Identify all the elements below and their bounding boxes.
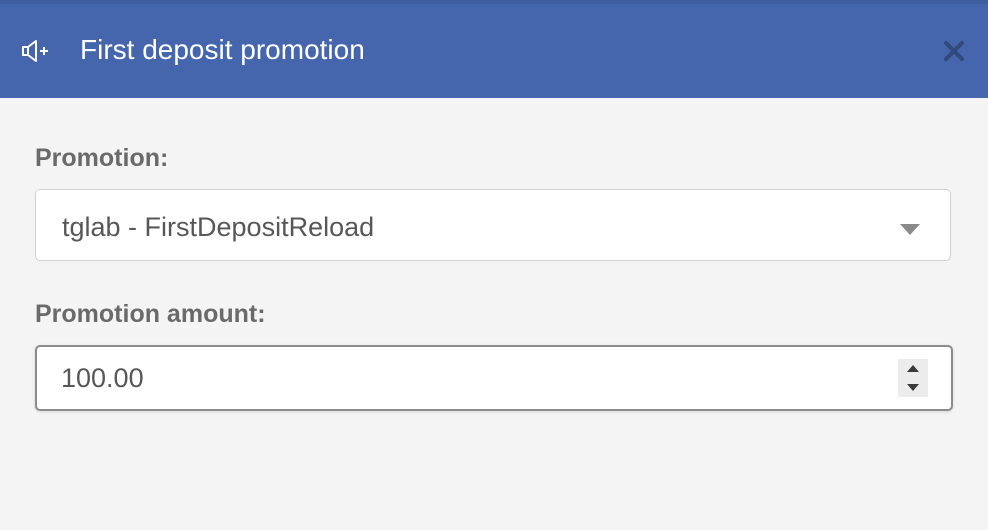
close-icon[interactable] <box>940 37 968 65</box>
promotion-label: Promotion: <box>35 144 169 172</box>
dialog-title: First deposit promotion <box>80 34 365 65</box>
stepper-down-icon[interactable] <box>898 378 928 397</box>
promotion-amount-label: Promotion amount: <box>35 300 266 328</box>
dialog-header: First deposit promotion <box>0 0 988 98</box>
promotion-dialog: First deposit promotion Promotion: tglab… <box>0 0 988 530</box>
stepper-up-icon[interactable] <box>898 359 928 378</box>
megaphone-plus-icon <box>20 37 52 65</box>
amount-stepper[interactable] <box>898 359 928 397</box>
promotion-select[interactable]: tglab - FirstDepositReload <box>35 189 951 261</box>
promotion-amount-input[interactable]: 100.00 <box>35 345 953 411</box>
promotion-amount-value: 100.00 <box>61 363 144 393</box>
promotion-selected-value: tglab - FirstDepositReload <box>62 212 375 242</box>
chevron-down-icon <box>900 222 920 235</box>
